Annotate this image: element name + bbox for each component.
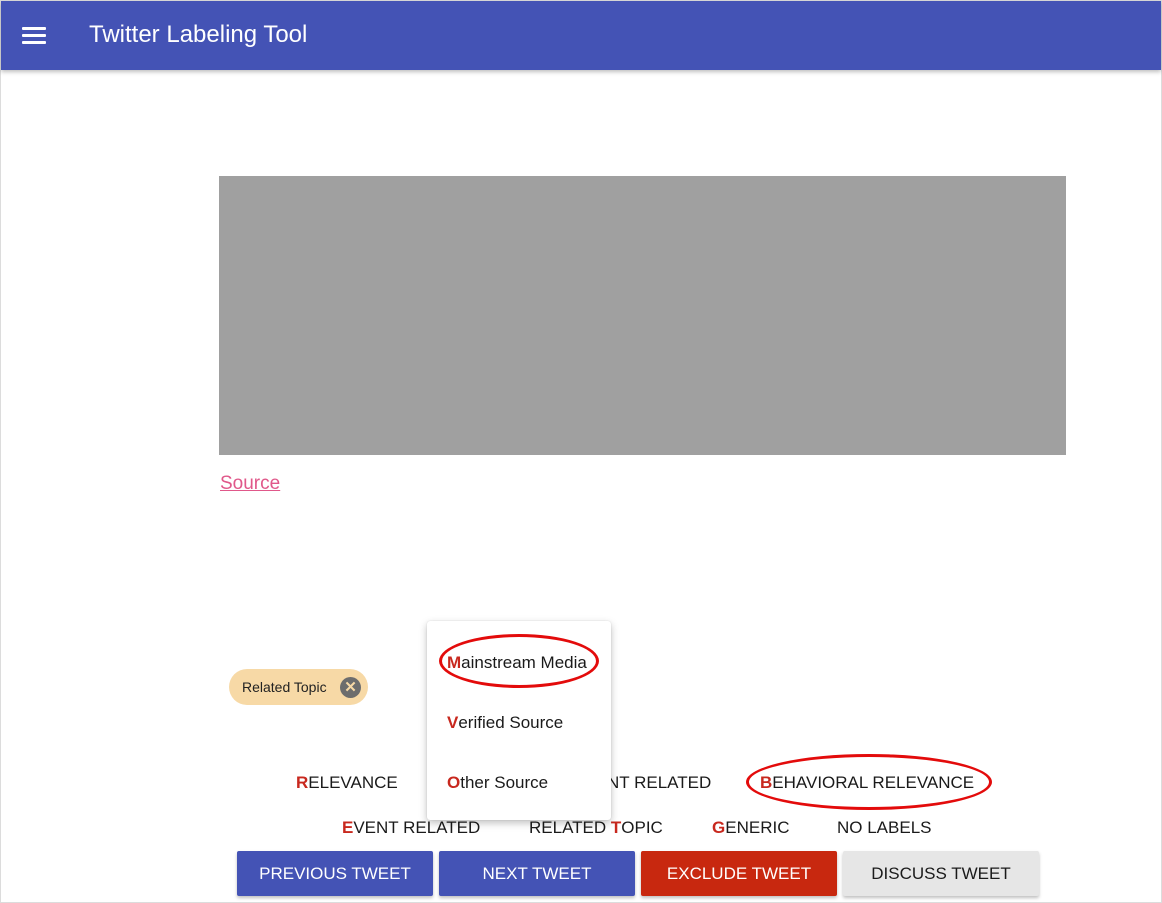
shortcut-key: R bbox=[296, 773, 309, 792]
label-text: VENT RELATED bbox=[353, 818, 481, 837]
shortcut-key: E bbox=[342, 818, 354, 837]
menu-item-label: ther Source bbox=[460, 773, 549, 792]
chip-label: Related Topic bbox=[242, 679, 327, 695]
source-type-dropdown-menu: Mainstream Media Verified Source Other S… bbox=[427, 621, 611, 820]
shortcut-key: B bbox=[760, 773, 773, 792]
shortcut-key: T bbox=[610, 818, 622, 837]
tweet-embed-placeholder bbox=[219, 176, 1066, 455]
menu-item-verified-source[interactable]: Verified Source bbox=[447, 713, 563, 733]
label-text: NT RELATED bbox=[607, 773, 712, 792]
exclude-tweet-button[interactable]: EXCLUDE TWEET bbox=[641, 851, 837, 896]
label-text: ELEVANCE bbox=[308, 773, 398, 792]
app-bar: Twitter Labeling Tool bbox=[1, 1, 1161, 70]
label-text: NO LABELS bbox=[837, 818, 932, 837]
label-hidden-related-button[interactable]: NT RELATED bbox=[607, 773, 711, 793]
label-text: OPIC bbox=[621, 818, 663, 837]
label-related-topic-button[interactable]: RELATED TOPIC bbox=[529, 818, 663, 838]
menu-item-label: erified Source bbox=[458, 713, 564, 732]
shortcut-key: M bbox=[447, 653, 462, 672]
label-text: ENERIC bbox=[725, 818, 790, 837]
label-text: EHAVIORAL RELEVANCE bbox=[772, 773, 975, 792]
label-no-labels-button[interactable]: NO LABELS bbox=[837, 818, 932, 838]
menu-item-mainstream-media[interactable]: Mainstream Media bbox=[447, 653, 587, 673]
source-link[interactable]: Source bbox=[220, 473, 280, 495]
selected-label-chip: Related Topic ✕ bbox=[229, 669, 368, 705]
hamburger-menu-icon[interactable] bbox=[22, 27, 46, 45]
menu-item-label: ainstream Media bbox=[461, 653, 587, 672]
label-relevance-button[interactable]: RELEVANCE bbox=[296, 773, 398, 793]
previous-tweet-button[interactable]: PREVIOUS TWEET bbox=[237, 851, 433, 896]
label-text: RELATED bbox=[529, 818, 611, 837]
shortcut-key: G bbox=[712, 818, 726, 837]
menu-item-other-source[interactable]: Other Source bbox=[447, 773, 548, 793]
label-generic-button[interactable]: GENERIC bbox=[712, 818, 789, 838]
next-tweet-button[interactable]: NEXT TWEET bbox=[439, 851, 635, 896]
label-event-related-button[interactable]: EVENT RELATED bbox=[342, 818, 480, 838]
label-behavioral-relevance-button[interactable]: BEHAVIORAL RELEVANCE bbox=[760, 773, 974, 793]
app-title: Twitter Labeling Tool bbox=[89, 21, 308, 48]
shortcut-key: V bbox=[447, 713, 459, 732]
close-circle-icon[interactable]: ✕ bbox=[340, 677, 361, 698]
shortcut-key: O bbox=[447, 773, 461, 792]
discuss-tweet-button[interactable]: DISCUSS TWEET bbox=[843, 851, 1039, 896]
